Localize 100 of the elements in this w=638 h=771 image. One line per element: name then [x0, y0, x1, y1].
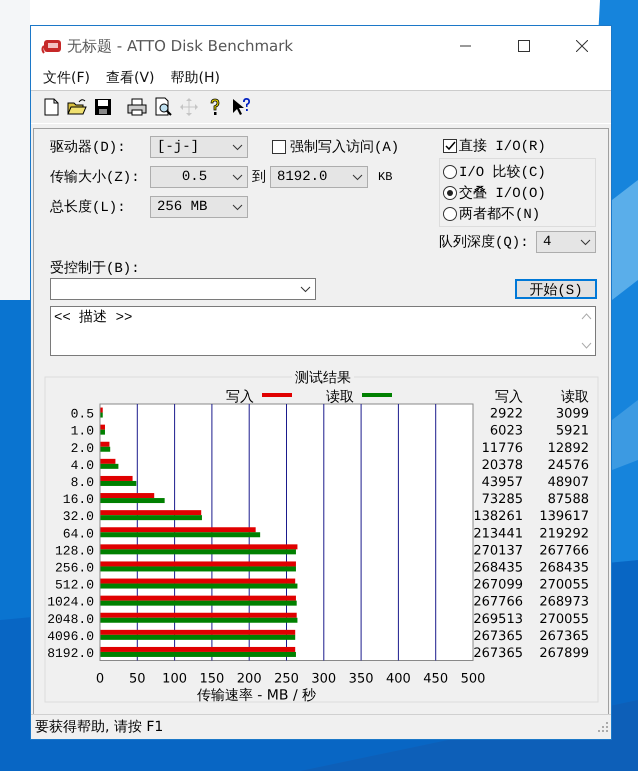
close-icon [576, 40, 588, 52]
field-label: 传输大小(Z): [50, 168, 141, 186]
radio-button[interactable] [443, 206, 457, 220]
print-preview-icon[interactable] [153, 97, 173, 117]
resize-grip-icon [598, 722, 608, 732]
axis-tick-label: 250 [274, 672, 299, 686]
table-cell: 48907 [548, 474, 589, 490]
pointer-question-icon[interactable] [231, 97, 251, 117]
axis-tick-label: 450 [423, 672, 448, 686]
axis-tick-label: 100 [162, 672, 188, 686]
axis-tick-label: 350 [348, 672, 374, 686]
chevron-icon [232, 174, 243, 180]
window-title: 无标题 - ATTO Disk Benchmark [67, 36, 294, 56]
table-cell: 267766 [473, 594, 523, 610]
category-label: 256.0 [54, 560, 94, 576]
category-label: 128.0 [54, 543, 94, 558]
dropdown[interactable]: 256 MB [150, 196, 248, 218]
dropdown[interactable]: [-j-] [150, 136, 248, 158]
table-cell: 268973 [539, 594, 589, 610]
folder-icon[interactable] [67, 97, 87, 117]
checkbox-label: 直接 I/O(R) [459, 137, 546, 154]
radio-button[interactable] [443, 186, 457, 200]
table-cell: 267365 [473, 628, 523, 644]
dropdown[interactable]: 8192.0 [270, 166, 368, 188]
category-label: 4096.0 [47, 628, 94, 644]
dropdown[interactable]: 0.5 [150, 166, 248, 188]
table-cell: 20378 [482, 458, 523, 473]
maximize-icon [518, 40, 530, 52]
menu-item[interactable]: 文件(F) [37, 69, 96, 87]
description-field[interactable]: << 描述 >> [50, 306, 596, 356]
radio-label: I/O 比较(C) [459, 164, 546, 180]
table-cell: 12892 [548, 440, 589, 456]
table-cell: 219292 [539, 526, 589, 542]
table-cell: 267766 [539, 543, 589, 558]
chevron-icon [580, 238, 591, 246]
unit-label: KB [378, 170, 392, 184]
table-cell: 3099 [556, 406, 589, 422]
table-cell: 2922 [490, 406, 523, 422]
table-cell: 11776 [482, 440, 523, 456]
axis-title: 传输速率 - MB / 秒 [196, 688, 316, 704]
category-label: 16.0 [62, 492, 94, 508]
radio-label: 交叠 I/O(O) [459, 184, 546, 202]
table-cell: 5921 [556, 424, 589, 439]
table-cell: 213441 [473, 526, 523, 542]
radio-label: 两者都不(N) [459, 206, 540, 222]
column-header: 写入 [495, 389, 523, 405]
menu-item[interactable]: 帮助(H) [164, 69, 226, 87]
table-cell: 138261 [473, 509, 523, 524]
field-label: 队列深度(Q): [439, 233, 529, 251]
table-cell: 73285 [482, 492, 523, 508]
table-cell: 267899 [539, 646, 589, 661]
checkbox[interactable] [443, 138, 457, 152]
table-cell: 270055 [539, 612, 589, 627]
table-cell: 268435 [473, 560, 523, 576]
menu-item[interactable]: 查看(V) [100, 69, 160, 87]
category-label: 512.0 [54, 578, 94, 593]
category-label: 32.0 [62, 509, 94, 524]
checkbox-label: 强制写入访问(A) [290, 138, 400, 156]
axis-tick-label: 200 [236, 672, 262, 686]
table-cell: 269513 [473, 612, 523, 627]
table-cell: 270137 [473, 543, 523, 558]
start-button[interactable]: 开始(S) [515, 279, 597, 299]
table-cell: 139617 [539, 509, 589, 524]
category-label: 2048.0 [47, 612, 94, 627]
table-cell: 268435 [539, 560, 589, 576]
chevron-icon [232, 204, 243, 210]
axis-tick-label: 50 [129, 672, 146, 686]
axis-tick-label: 150 [199, 672, 224, 686]
category-label: 64.0 [62, 526, 94, 542]
category-label: 0.5 [70, 406, 94, 422]
table-cell: 24576 [548, 458, 589, 473]
checkbox[interactable] [272, 140, 286, 154]
app-icon [41, 37, 63, 55]
scroll-up-icon [581, 313, 592, 320]
field-label: 到 [252, 168, 266, 186]
printer-icon[interactable] [127, 97, 147, 117]
table-cell: 267099 [473, 578, 523, 593]
field-label: 驱动器(D): [50, 138, 127, 156]
legend-label: 写入 [226, 389, 254, 405]
checkmark-icon [444, 140, 456, 150]
table-cell: 6023 [490, 424, 523, 439]
table-cell: 267365 [473, 646, 523, 661]
table-cell: 87588 [548, 492, 589, 508]
table-cell: 270055 [539, 578, 589, 593]
dropdown[interactable]: 4 [536, 231, 596, 253]
field-label: 受控制于(B): [50, 259, 141, 277]
chevron-icon [352, 174, 363, 180]
table-cell: 267365 [539, 628, 589, 644]
radio-button[interactable] [443, 164, 457, 178]
status-text: 要获得帮助, 请按 F1 [35, 718, 164, 736]
chevron-icon [300, 286, 311, 292]
chevron-icon [232, 144, 243, 150]
scroll-down-icon [581, 342, 592, 349]
chart-title: 测试结果 [295, 370, 351, 386]
axis-tick-label: 400 [386, 672, 411, 686]
dropdown[interactable] [50, 278, 316, 300]
column-header: 读取 [561, 389, 589, 405]
axis-tick-label: 0 [96, 672, 104, 686]
axis-tick-label: 500 [460, 672, 486, 686]
table-cell: 43957 [482, 474, 523, 490]
